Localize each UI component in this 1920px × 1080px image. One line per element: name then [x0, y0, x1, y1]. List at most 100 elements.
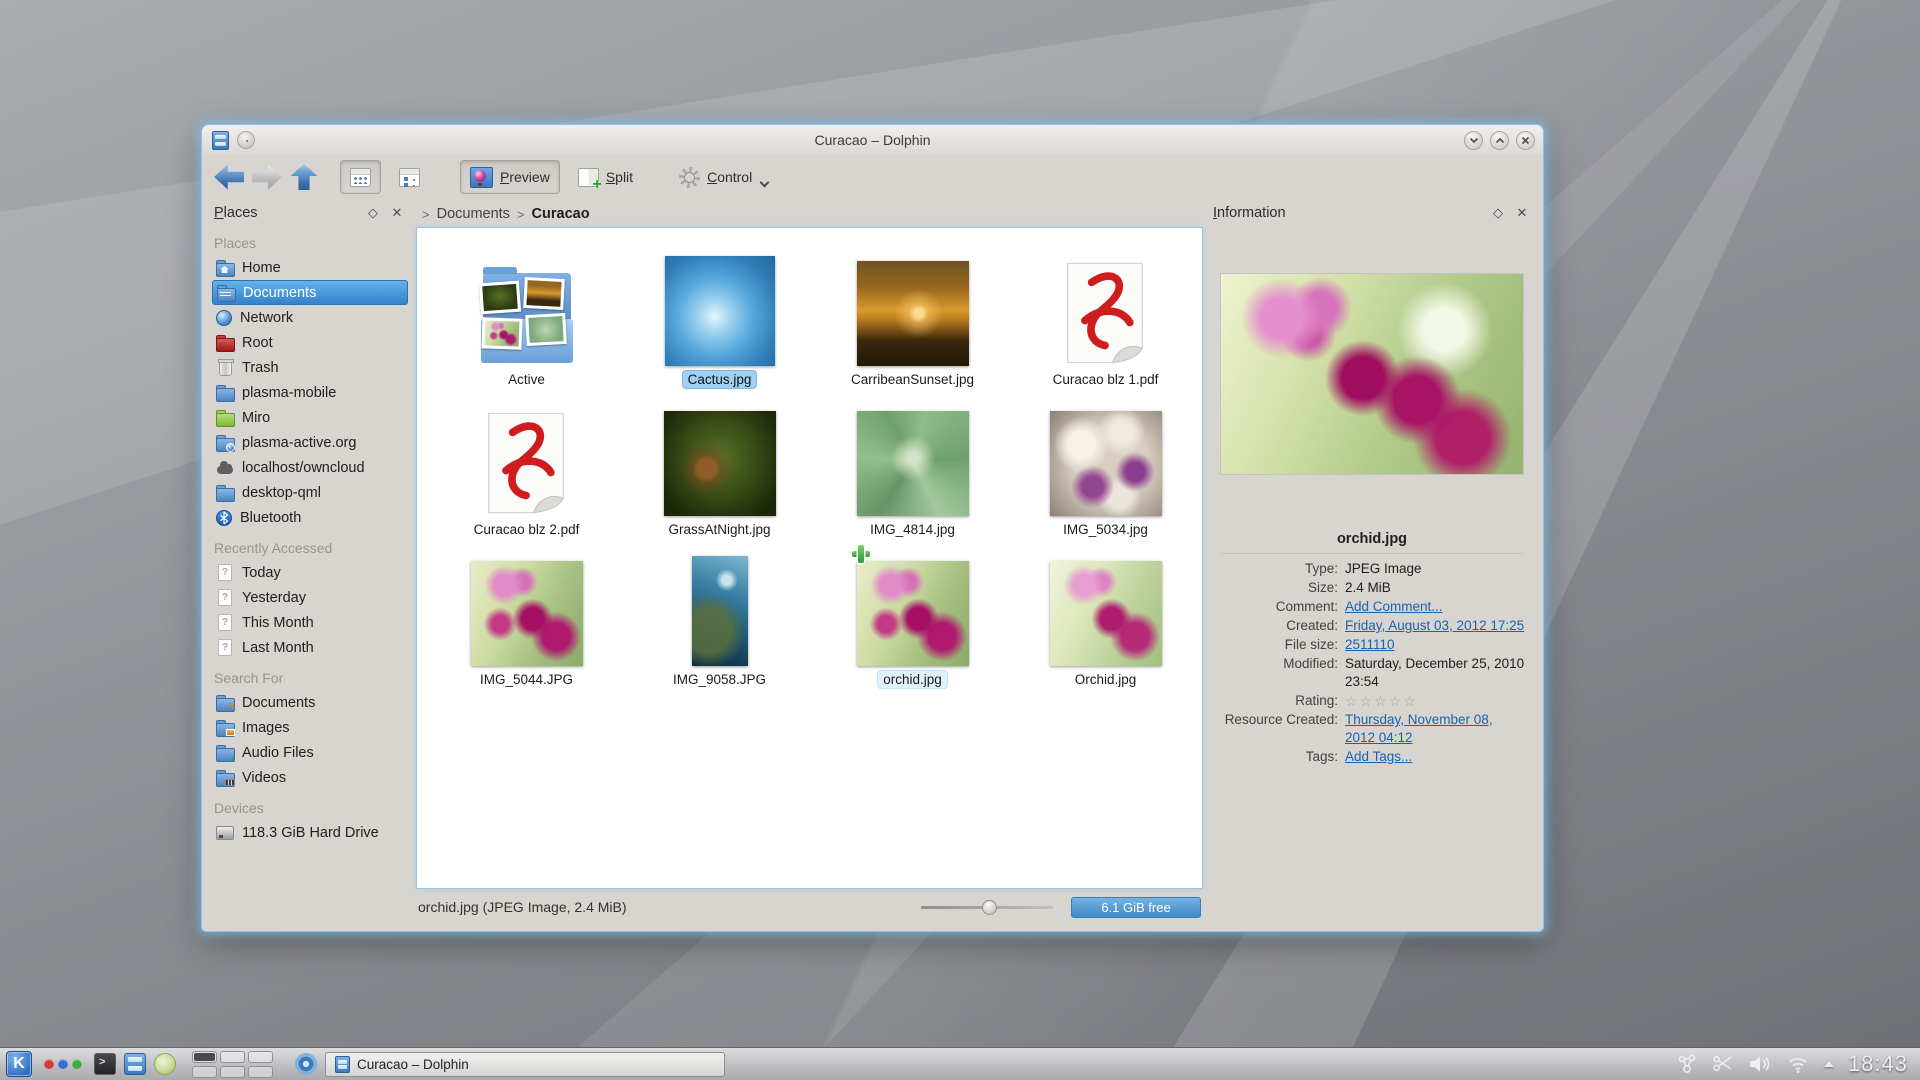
sidebar-item-network[interactable]: Network [212, 305, 408, 330]
sidebar-item-label: Network [240, 309, 294, 326]
control-button[interactable]: Control [669, 160, 778, 194]
sidebar-item-home[interactable]: Home [212, 255, 408, 280]
documents-folder-icon [217, 284, 236, 302]
root-folder-icon [216, 334, 235, 352]
close-panel-icon[interactable] [1513, 204, 1531, 222]
float-panel-icon[interactable] [1489, 204, 1507, 222]
info-row-value[interactable]: Add Tags... [1345, 748, 1525, 766]
sidebar-item-images[interactable]: Images [212, 715, 408, 740]
forward-button[interactable] [252, 164, 282, 190]
minimize-button[interactable] [1464, 130, 1483, 150]
app-launcher-icon[interactable] [154, 1053, 176, 1075]
photo-thumbnail [663, 411, 776, 516]
back-button[interactable] [214, 164, 244, 190]
sidebar-item-label: Documents [242, 694, 316, 711]
sidebar-item-bluetooth[interactable]: Bluetooth [212, 505, 408, 530]
sidebar-item-plasma-mobile[interactable]: plasma-mobile [212, 380, 408, 405]
file-item-img-4814-jpg[interactable]: IMG_4814.jpg [816, 388, 1009, 538]
sidebar-item-118-3-gib-hard-drive[interactable]: 118.3 GiB Hard Drive [212, 820, 408, 845]
share-molecule-icon[interactable] [1676, 1053, 1698, 1075]
close-panel-icon[interactable] [388, 204, 406, 222]
sidebar-item-localhost-owncloud[interactable]: localhost/owncloud [212, 455, 408, 480]
red-dot-icon[interactable] [44, 1059, 54, 1069]
file-thumbnail [1049, 397, 1162, 516]
info-row-value[interactable]: 2511110 [1345, 636, 1525, 654]
recent-document-icon [216, 639, 234, 656]
sidebar-item-documents[interactable]: ✎ Documents [212, 690, 408, 715]
zoom-slider-handle[interactable] [981, 900, 997, 915]
sidebar-item-videos[interactable]: Videos [212, 765, 408, 790]
info-row-value[interactable]: Add Comment... [1345, 598, 1525, 616]
sidebar-item-documents[interactable]: Documents [212, 280, 408, 305]
tray-expander-icon[interactable] [1823, 1061, 1834, 1067]
sidebar-item-this-month[interactable]: This Month [212, 610, 408, 635]
information-panel: Information orchid.jpg Type: JPEG Image Si… [1211, 201, 1533, 925]
icons-view-icon [350, 167, 371, 187]
file-item-img-5034-jpg[interactable]: IMG_5034.jpg [1009, 388, 1202, 538]
green-dot-icon[interactable] [72, 1059, 82, 1069]
cloud-icon [216, 459, 234, 476]
file-item-curacao-blz-1-pdf[interactable]: Curacao blz 1.pdf [1009, 238, 1202, 388]
details-view-button[interactable] [389, 160, 430, 194]
desktop-pager[interactable] [192, 1050, 279, 1078]
pager-desktop-6[interactable] [248, 1065, 273, 1078]
taskbar-task-dolphin[interactable]: Curacao – Dolphin [325, 1051, 725, 1077]
split-view-icon [577, 167, 602, 194]
sidebar-item-yesterday[interactable]: Yesterday [212, 585, 408, 610]
pager-desktop-5[interactable] [220, 1065, 245, 1078]
sidebar-item-desktop-qml[interactable]: desktop-qml [212, 480, 408, 505]
file-item-orchid-jpg[interactable]: Orchid.jpg [1009, 538, 1202, 688]
maximize-button[interactable] [1490, 130, 1509, 150]
titlebar[interactable]: Curacao – Dolphin [202, 125, 1543, 155]
zoom-slider[interactable] [921, 900, 1053, 915]
file-item-active[interactable]: Active [430, 238, 623, 388]
blue-dot-icon[interactable] [58, 1059, 68, 1069]
terminal-launcher-icon[interactable] [94, 1053, 116, 1075]
pager-desktop-2[interactable] [220, 1050, 245, 1063]
info-row-resource-created: Resource Created: Thursday, November 08, … [1213, 711, 1525, 747]
file-item-curacao-blz-2-pdf[interactable]: Curacao blz 2.pdf [430, 388, 623, 538]
info-row-value[interactable]: Friday, August 03, 2012 17:25 [1345, 617, 1525, 635]
wifi-icon[interactable] [1786, 1053, 1810, 1075]
icons-view-button[interactable] [340, 160, 381, 194]
info-row-label: Size: [1307, 580, 1338, 595]
info-row-value[interactable]: Thursday, November 08, 2012 04:12 [1345, 711, 1525, 747]
pager-desktop-3[interactable] [248, 1050, 273, 1063]
breadcrumb-documents[interactable]: Documents [437, 206, 510, 222]
volume-icon[interactable] [1748, 1053, 1772, 1075]
breadcrumb[interactable]: > Documents > Curacao [416, 201, 1203, 227]
home-folder-icon [216, 259, 235, 277]
file-item-img-9058-jpg[interactable]: IMG_9058.JPG [623, 538, 816, 688]
sidebar-item-miro[interactable]: Miro [212, 405, 408, 430]
file-item-orchid-jpg[interactable]: orchid.jpg [816, 538, 1009, 688]
file-item-img-5044-jpg[interactable]: IMG_5044.JPG [430, 538, 623, 688]
file-name-label: Curacao blz 2.pdf [473, 522, 580, 537]
file-item-carribeansunset-jpg[interactable]: CarribeanSunset.jpg [816, 238, 1009, 388]
sidebar-item-today[interactable]: Today [212, 560, 408, 585]
sidebar-item-label: plasma-mobile [242, 384, 337, 401]
sidebar-item-audio-files[interactable]: ♪ Audio Files [212, 740, 408, 765]
file-item-cactus-jpg[interactable]: Cactus.jpg [623, 238, 816, 388]
float-panel-icon[interactable] [364, 204, 382, 222]
preview-button[interactable]: Preview [460, 160, 560, 194]
sidebar-item-last-month[interactable]: Last Month [212, 635, 408, 660]
sidebar-item-root[interactable]: Root [212, 330, 408, 355]
pager-desktop-4[interactable] [192, 1065, 217, 1078]
close-button[interactable] [1516, 130, 1535, 150]
kde-menu-button[interactable]: K [6, 1051, 32, 1077]
file-item-grassatnight-jpg[interactable]: GrassAtNight.jpg [623, 388, 816, 538]
breadcrumb-curacao[interactable]: Curacao [532, 206, 590, 222]
up-button[interactable] [290, 164, 318, 190]
sidebar-item-trash[interactable]: Trash [212, 355, 408, 380]
file-thumbnail [856, 397, 969, 516]
file-name-label: Orchid.jpg [1074, 672, 1137, 687]
sidebar-item-plasma-active-org[interactable]: plasma-active.org [212, 430, 408, 455]
activity-dots[interactable] [44, 1059, 82, 1069]
split-button[interactable]: Split [568, 160, 643, 194]
file-manager-launcher-icon[interactable] [124, 1053, 146, 1075]
folder-view[interactable]: Active Cactus.jpg CarribeanSunset.jpg Curac… [416, 227, 1203, 889]
add-selection-icon[interactable] [850, 543, 872, 565]
clipboard-scissors-icon[interactable] [1712, 1053, 1734, 1075]
browser-launcher-icon[interactable] [295, 1053, 317, 1075]
pager-desktop-1[interactable] [192, 1050, 217, 1063]
